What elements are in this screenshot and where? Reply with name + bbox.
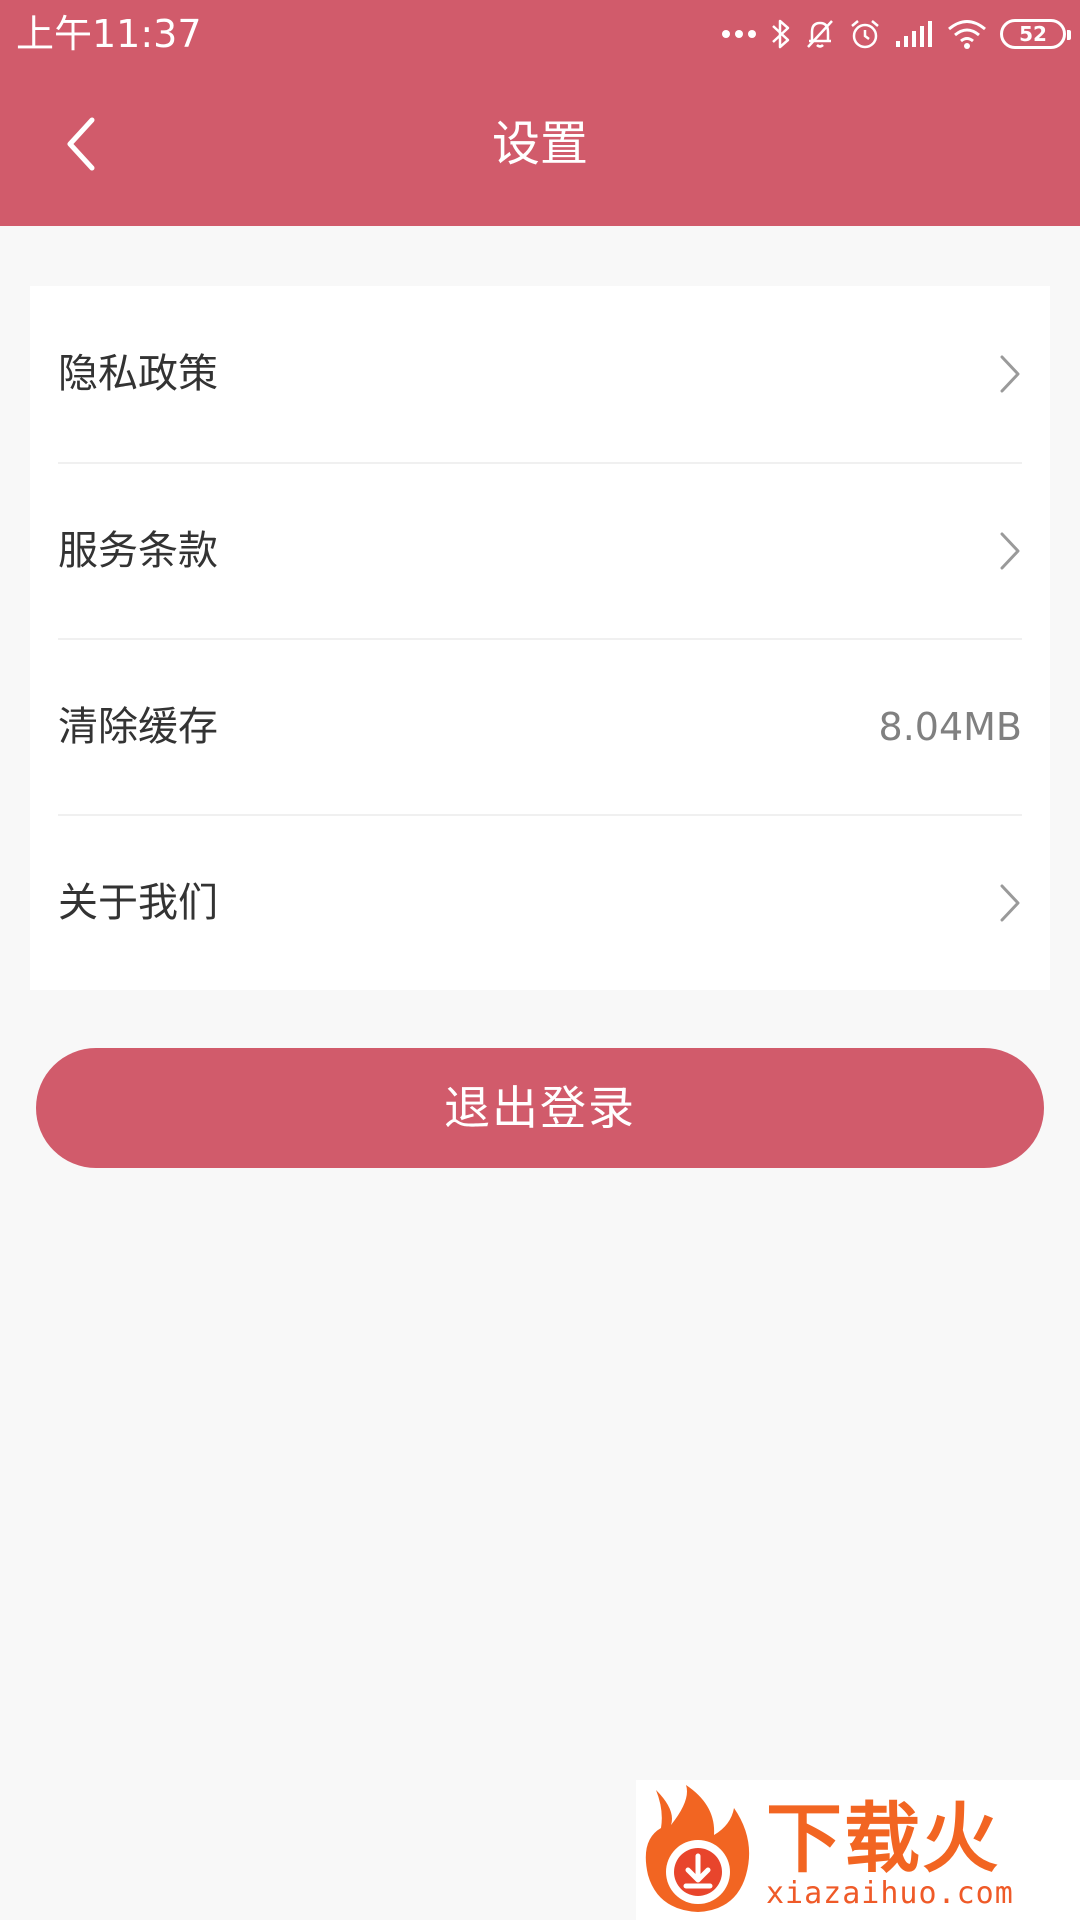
status-icons: 52: [720, 14, 1071, 54]
status-time: 上午11:37: [16, 12, 202, 56]
logout-button[interactable]: 退出登录: [36, 1048, 1044, 1168]
settings-item-label: 关于我们: [58, 880, 218, 926]
settings-item-clear-cache[interactable]: 清除缓存 8.04MB: [58, 638, 1022, 814]
settings-item-privacy-policy[interactable]: 隐私政策: [58, 286, 1022, 462]
chevron-right-icon: [986, 529, 1022, 573]
cache-size-value: 8.04MB: [878, 705, 1022, 749]
chevron-right-icon: [986, 881, 1022, 925]
settings-item-label: 清除缓存: [58, 704, 218, 750]
settings-item-label: 服务条款: [58, 528, 218, 574]
settings-item-terms-of-service[interactable]: 服务条款: [58, 462, 1022, 638]
bluetooth-icon: [770, 17, 792, 51]
mute-bell-icon: [804, 17, 836, 51]
signal-icon: [894, 19, 934, 49]
chevron-right-icon: [986, 352, 1022, 396]
status-bar: 上午11:37 52: [0, 0, 1080, 68]
watermark-title: 下载火: [766, 1794, 1000, 1883]
page-title: 设置: [491, 116, 588, 172]
battery-level: 52: [1019, 22, 1047, 46]
more-dots-icon: [720, 28, 758, 40]
wifi-icon: [946, 18, 988, 50]
battery-icon: 52: [1000, 19, 1071, 49]
watermark-url: xiazaihuo.com: [766, 1876, 1014, 1911]
settings-list: 隐私政策 服务条款 清除缓存 8.04MB 关于我们: [30, 286, 1050, 990]
nav-bar: 设置: [0, 68, 1080, 226]
watermark-logo: 下载火 xiazaihuo.com: [636, 1780, 1080, 1920]
settings-item-label: 隐私政策: [58, 351, 218, 397]
alarm-icon: [848, 17, 882, 51]
app-header: 上午11:37 52 设置: [0, 0, 1080, 226]
flame-download-icon: [645, 1785, 750, 1912]
settings-item-about-us[interactable]: 关于我们: [58, 814, 1022, 990]
